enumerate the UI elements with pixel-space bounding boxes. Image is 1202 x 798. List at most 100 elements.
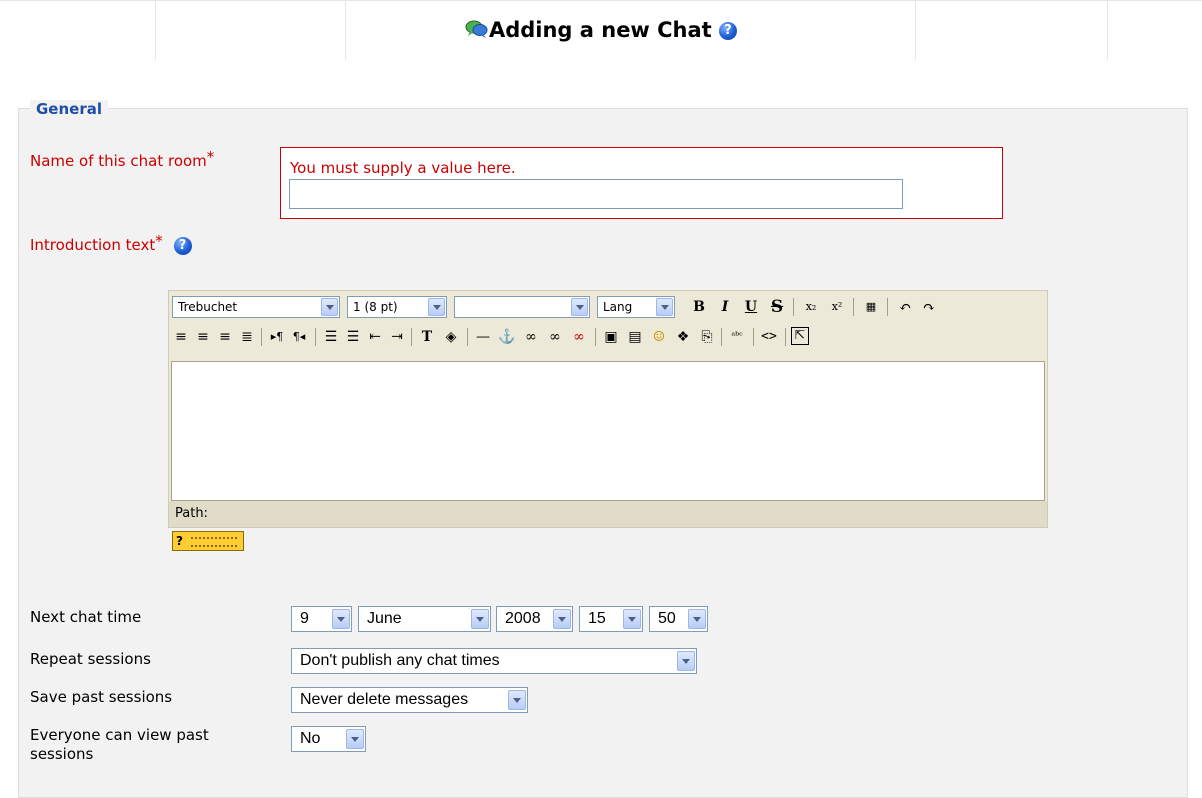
toolbar-separator: [261, 328, 262, 346]
editor-path-bar: Path:: [169, 501, 1047, 527]
chat-icon: [465, 19, 489, 39]
next-chat-time-label: Next chat time: [30, 608, 142, 626]
strikethrough-button[interactable]: S: [767, 297, 787, 317]
toolbar-separator: [721, 328, 722, 346]
repeat-sessions-select[interactable]: Don't publish any chat times: [291, 648, 697, 674]
keyboard-help-button[interactable]: ?: [172, 531, 244, 551]
spellcheck-icon[interactable]: ᵃᵇᶜ: [727, 327, 747, 347]
name-label: Name of this chat room*: [30, 148, 214, 170]
required-mark: *: [155, 232, 163, 250]
search-replace-icon[interactable]: ⎘: [697, 327, 717, 347]
hour-select[interactable]: 15: [579, 606, 643, 632]
chevron-down-icon: [428, 298, 445, 316]
align-center-icon[interactable]: ≡: [193, 327, 213, 347]
justify-icon[interactable]: ≣: [237, 327, 257, 347]
toolbar-separator: [315, 328, 316, 346]
style-select[interactable]: [454, 296, 590, 318]
intro-label-text: Introduction text: [30, 236, 156, 254]
chevron-down-icon: [321, 298, 338, 316]
unordered-list-icon[interactable]: ☰: [343, 327, 363, 347]
font-size-value: 1 (8 pt): [353, 300, 398, 314]
help-icon[interactable]: ?: [719, 22, 738, 40]
unlink-icon[interactable]: ∞: [545, 327, 565, 347]
anchor-icon[interactable]: ⚓: [497, 327, 517, 347]
text-color-icon[interactable]: T: [417, 327, 437, 347]
rtl-icon[interactable]: ¶◂: [289, 327, 309, 347]
link-icon[interactable]: ∞: [521, 327, 541, 347]
view-past-sessions-label: Everyone can view past sessions: [30, 726, 209, 764]
font-family-value: Trebuchet: [178, 300, 238, 314]
nolink-icon[interactable]: ∞: [569, 327, 589, 347]
ltr-icon[interactable]: ▸¶: [267, 327, 287, 347]
month-value: June: [367, 610, 402, 627]
hour-value: 15: [588, 610, 606, 627]
page-title: Adding a new Chat ?: [0, 18, 1202, 42]
font-family-select[interactable]: Trebuchet: [172, 296, 340, 318]
keyboard-help-text: ?: [176, 534, 183, 548]
background-line: [0, 0, 1202, 1]
superscript-button[interactable]: x²: [827, 297, 847, 317]
day-select[interactable]: 9: [291, 606, 352, 632]
insert-table-icon[interactable]: ▤: [625, 327, 645, 347]
month-select[interactable]: June: [358, 606, 491, 632]
smiley-icon[interactable]: ☺: [649, 327, 669, 347]
intro-label: Introduction text* ?: [30, 232, 192, 255]
view-past-sessions-value: No: [300, 730, 321, 747]
repeat-sessions-value: Don't publish any chat times: [300, 652, 500, 669]
fieldset-legend: General: [30, 100, 108, 118]
background-color-icon[interactable]: ◈: [441, 327, 461, 347]
page-title-text: Adding a new Chat: [488, 18, 712, 42]
minute-select[interactable]: 50: [649, 606, 708, 632]
keyboard-icon: [191, 536, 238, 547]
italic-button[interactable]: I: [715, 297, 735, 317]
special-char-icon[interactable]: ❖: [673, 327, 693, 347]
insert-image-icon[interactable]: ▣: [601, 327, 621, 347]
year-select[interactable]: 2008: [496, 606, 573, 632]
day-value: 9: [300, 610, 309, 627]
name-label-text: Name of this chat room: [30, 152, 207, 170]
help-icon[interactable]: ?: [173, 236, 192, 255]
chevron-down-icon: [553, 609, 571, 629]
toolbar-separator: [467, 328, 468, 346]
toolbar-row-2: ≡ ≡ ≡ ≣ ▸¶ ¶◂ ☰ ☰ ⇤ ⇥ T ◈ — ⚓ ∞ ∞ ∞ ▣ ▤ …: [169, 323, 1047, 353]
fullscreen-icon[interactable]: ⇱: [791, 327, 809, 345]
toolbar-separator: [793, 298, 794, 316]
view-past-sessions-label-line1: Everyone can view past: [30, 726, 209, 744]
chevron-down-icon: [332, 609, 350, 629]
save-past-sessions-value: Never delete messages: [300, 691, 469, 708]
chevron-down-icon: [471, 609, 489, 629]
ordered-list-icon[interactable]: ☰: [321, 327, 341, 347]
lang-value: Lang: [603, 300, 633, 314]
align-left-icon[interactable]: ≡: [171, 327, 191, 347]
indent-icon[interactable]: ⇥: [387, 327, 407, 347]
horizontal-rule-icon[interactable]: —: [473, 327, 493, 347]
editor-text-area[interactable]: [171, 361, 1045, 501]
underline-button[interactable]: U: [741, 297, 761, 317]
subscript-button[interactable]: x₂: [801, 297, 821, 317]
clean-word-icon[interactable]: ▦: [861, 297, 881, 317]
chevron-down-icon: [508, 690, 526, 710]
chevron-down-icon: [571, 298, 588, 316]
chevron-down-icon: [346, 729, 364, 749]
bold-button[interactable]: B: [689, 297, 709, 317]
minute-value: 50: [658, 610, 676, 627]
undo-icon[interactable]: ↶: [895, 297, 915, 317]
view-past-sessions-select[interactable]: No: [291, 726, 366, 752]
redo-icon[interactable]: ↷: [919, 297, 939, 317]
lang-select[interactable]: Lang: [597, 296, 675, 318]
required-mark: *: [206, 148, 215, 166]
year-value: 2008: [505, 610, 541, 627]
font-size-select[interactable]: 1 (8 pt): [347, 296, 447, 318]
outdent-icon[interactable]: ⇤: [365, 327, 385, 347]
view-past-sessions-label-line2: sessions: [30, 745, 94, 763]
html-editor: Trebuchet 1 (8 pt) Lang B I U S x₂ x² ▦ …: [168, 290, 1048, 528]
name-input[interactable]: [289, 179, 903, 209]
chevron-down-icon: [677, 651, 695, 671]
save-past-sessions-select[interactable]: Never delete messages: [291, 687, 528, 713]
align-right-icon[interactable]: ≡: [215, 327, 235, 347]
chevron-down-icon: [656, 298, 673, 316]
toolbar-separator: [753, 328, 754, 346]
toolbar-separator: [411, 328, 412, 346]
html-source-icon[interactable]: <>: [759, 327, 779, 347]
toolbar-separator: [853, 298, 854, 316]
